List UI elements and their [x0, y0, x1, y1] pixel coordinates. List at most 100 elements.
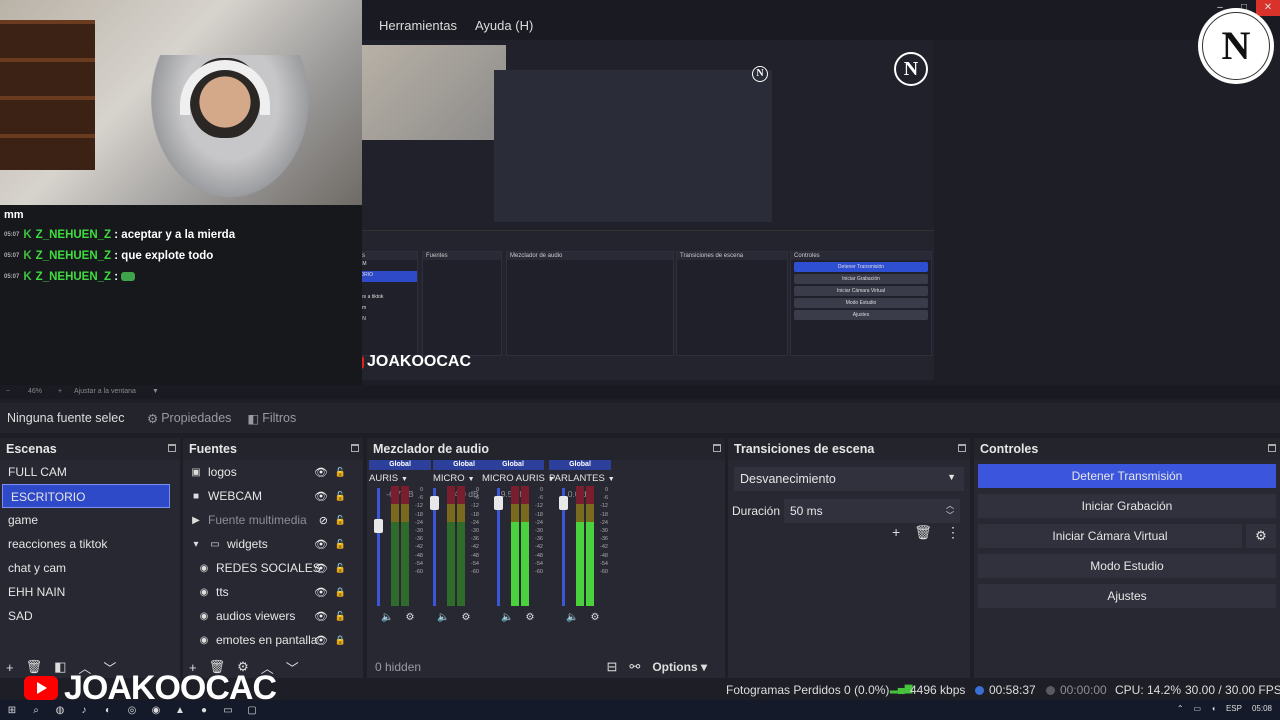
- gear-icon[interactable]: ⚙: [405, 612, 414, 623]
- stop-stream-button[interactable]: Detener Transmisión: [978, 464, 1276, 488]
- chevron-down-icon[interactable]: ▾: [189, 539, 203, 550]
- filters-button[interactable]: ◧ Filtros: [247, 411, 296, 426]
- eye-icon[interactable]: 👁: [314, 490, 328, 503]
- search-icon[interactable]: ⌕: [24, 705, 48, 716]
- steam-icon[interactable]: ◎: [120, 705, 144, 716]
- lock-open-icon[interactable]: 🔓: [335, 539, 346, 550]
- volume-slider[interactable]: [377, 488, 380, 606]
- tiktok-icon[interactable]: ♪: [72, 705, 96, 716]
- menu-item-herramientas[interactable]: Herramientas: [379, 18, 457, 33]
- zoom-fit[interactable]: Ajustar a la ventana: [74, 388, 136, 395]
- scene-item-game[interactable]: game: [0, 508, 180, 532]
- zoom-in-icon[interactable]: +: [58, 388, 62, 395]
- source-item-widgets[interactable]: ▾ ▭ widgets 👁 🔓: [183, 532, 363, 556]
- source-item-audios-viewers[interactable]: ◉ audios viewers 👁 🔓: [183, 604, 363, 628]
- channel-name[interactable]: AURIS ▼: [369, 473, 431, 484]
- menu-item-ayuda[interactable]: Ayuda (H): [475, 18, 533, 33]
- lock-open-icon[interactable]: 🔓: [335, 467, 346, 478]
- trash-icon[interactable]: 🗑: [914, 524, 932, 541]
- chevron-down-icon[interactable]: ▼: [608, 476, 615, 483]
- dock-undock-icon[interactable]: [958, 444, 966, 452]
- channel-name[interactable]: PARLANTES ▼: [549, 473, 615, 484]
- gear-icon[interactable]: ⚙: [461, 612, 470, 623]
- volume-icon[interactable]: 🔈: [381, 612, 393, 623]
- obs-icon[interactable]: ◉: [144, 705, 168, 716]
- transition-select[interactable]: Desvanecimiento ▼: [734, 467, 964, 491]
- volume-icon[interactable]: 🔈: [501, 612, 513, 623]
- scene-item-chat-y-cam[interactable]: chat y cam: [0, 556, 180, 580]
- discord-icon[interactable]: ◐: [96, 705, 120, 716]
- gear-icon[interactable]: ⚙: [525, 612, 534, 623]
- gear-icon[interactable]: ⚙: [1246, 524, 1276, 548]
- brave-icon[interactable]: ▲: [168, 705, 192, 716]
- source-item-emotes[interactable]: ◉ emotes en pantalla 👁 🔒: [183, 628, 363, 652]
- chevron-down-icon[interactable]: ﹀: [286, 658, 299, 677]
- scene-item-escritorio[interactable]: ESCRITORIO: [2, 484, 170, 508]
- start-recording-button[interactable]: Iniciar Grabación: [978, 494, 1276, 518]
- eye-icon[interactable]: 👁: [314, 466, 328, 479]
- source-label: tts: [216, 585, 229, 599]
- source-item-logos[interactable]: ▣ logos 👁 🔓: [183, 460, 363, 484]
- eye-icon[interactable]: 👁: [314, 634, 328, 647]
- more-icon[interactable]: ⋮: [946, 524, 960, 541]
- source-item-webcam[interactable]: ■ WEBCAM 👁 🔓: [183, 484, 363, 508]
- scene-item-ehh-nain[interactable]: EHH NAIN: [0, 580, 180, 604]
- source-item-fuente-multimedia[interactable]: ▶ Fuente multimedia ⊘ 🔓: [183, 508, 363, 532]
- chevron-down-icon[interactable]: ▼: [401, 476, 408, 483]
- lock-open-icon[interactable]: 🔓: [335, 563, 346, 574]
- dock-undock-icon[interactable]: [351, 444, 359, 452]
- options-button[interactable]: Options ▾: [652, 660, 707, 674]
- virtual-camera-button[interactable]: Iniciar Cámara Virtual: [978, 524, 1242, 548]
- properties-button[interactable]: ⚙ Propiedades: [147, 411, 231, 426]
- chevron-down-icon[interactable]: ▼: [468, 476, 475, 483]
- lock-open-icon[interactable]: 🔓: [335, 611, 346, 622]
- spin-updown-icon[interactable]: ︿ ﹀: [946, 501, 954, 521]
- eye-icon[interactable]: 👁: [314, 562, 328, 575]
- dock-undock-icon[interactable]: [713, 444, 721, 452]
- volume-slider-knob[interactable]: [374, 519, 383, 534]
- language-indicator[interactable]: ESP: [1226, 704, 1242, 713]
- settings-button[interactable]: Ajustes: [978, 584, 1276, 608]
- dock-undock-icon[interactable]: [1268, 444, 1276, 452]
- gear-icon[interactable]: ⚙: [590, 612, 599, 623]
- volume-icon[interactable]: 🔈: [566, 612, 578, 623]
- studio-mode-button[interactable]: Modo Estudio: [978, 554, 1276, 578]
- chevron-up-icon[interactable]: ⌃: [1177, 704, 1184, 713]
- chevron-down-icon[interactable]: ▼: [152, 388, 159, 395]
- dock-undock-icon[interactable]: [168, 444, 176, 452]
- windows-start-icon[interactable]: ⊞: [0, 705, 24, 716]
- add-icon[interactable]: +: [6, 660, 14, 675]
- lock-open-icon[interactable]: 🔓: [335, 491, 346, 502]
- volume-icon[interactable]: 🔈: [437, 612, 449, 623]
- clock[interactable]: 05:08: [1252, 704, 1272, 713]
- volume-slider-knob[interactable]: [430, 495, 439, 510]
- close-window-button[interactable]: ✕: [1256, 0, 1280, 16]
- channel-name[interactable]: MICRO AURIS ▼: [482, 473, 555, 484]
- lock-open-icon[interactable]: 🔓: [335, 515, 346, 526]
- lock-icon[interactable]: 🔒: [335, 587, 346, 598]
- source-item-tts[interactable]: ◉ tts 👁 🔒: [183, 580, 363, 604]
- volume-slider-knob[interactable]: [559, 495, 568, 510]
- network-icon[interactable]: ▭: [1194, 704, 1202, 713]
- eye-icon[interactable]: 👁: [314, 610, 328, 623]
- duration-input[interactable]: 50 ms ︿ ﹀: [784, 499, 960, 523]
- volume-icon[interactable]: ◖: [1211, 704, 1216, 713]
- link-icon[interactable]: ⚯: [629, 659, 640, 675]
- photoshop-icon[interactable]: ▢: [240, 705, 264, 716]
- add-icon[interactable]: +: [892, 524, 900, 541]
- eye-icon[interactable]: 👁: [314, 586, 328, 599]
- whatsapp-icon[interactable]: ◍: [48, 705, 72, 716]
- scene-item-full-cam[interactable]: FULL CAM: [0, 460, 180, 484]
- scene-item-sad[interactable]: SAD: [0, 604, 180, 628]
- source-item-redes-sociales[interactable]: ◉ REDES SOCIALES 👁 🔓: [183, 556, 363, 580]
- preview-canvas[interactable]: N N Escenas FULL CAMESCRITORIOgamereacci…: [336, 40, 934, 380]
- folder-icon[interactable]: ▭: [216, 705, 240, 716]
- volume-slider-knob[interactable]: [494, 495, 503, 510]
- eye-hidden-icon[interactable]: ⊘: [319, 514, 328, 527]
- eye-icon[interactable]: 👁: [314, 538, 328, 551]
- chrome-icon[interactable]: ●: [192, 705, 216, 716]
- zoom-out-icon[interactable]: −: [6, 388, 10, 395]
- lock-icon[interactable]: 🔒: [335, 635, 346, 646]
- layout-icon[interactable]: ⊟: [607, 659, 618, 675]
- scene-item-reacciones[interactable]: reacciones a tiktok: [0, 532, 180, 556]
